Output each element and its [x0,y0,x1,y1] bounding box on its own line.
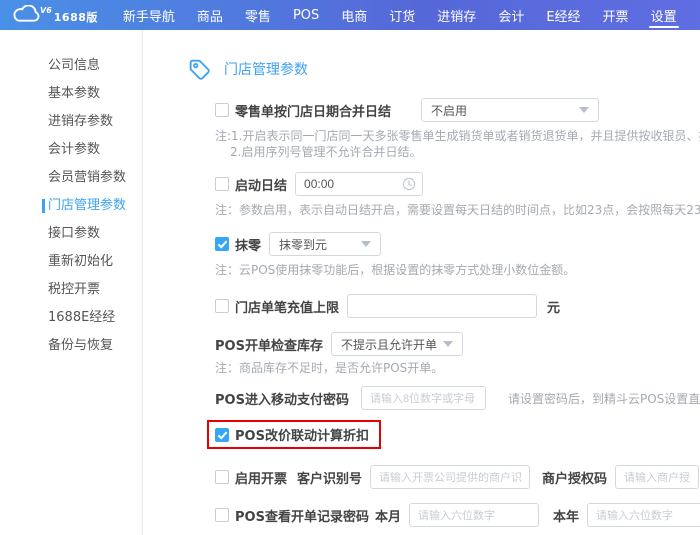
pay-password-label: POS进入移动支付密码 [215,389,349,408]
nav-item-goods[interactable]: 商品 [186,0,234,30]
row-stock-check: POS开单检查库存 不提示且允许开单 [215,332,700,356]
record-password-checkbox[interactable] [215,508,229,522]
settings-sidebar: 公司信息 基本参数 进销存参数 会计参数 会员营销参数 门店管理参数 接口参数 … [0,30,143,535]
nav-item-pos[interactable]: POS [282,0,330,30]
main-nav: 新手导航 商品 零售 POS 电商 订货 进销存 会计 E经经 开票 设置 [112,0,688,30]
record-password-month-label: 本月 [375,506,401,525]
row-round-off: 抹零 抹零到元 [215,232,700,256]
page-title: 门店管理参数 [187,56,700,82]
nav-item-retail[interactable]: 零售 [234,0,282,30]
sidebar-item-interface-params[interactable]: 接口参数 [0,220,142,248]
sidebar-item-store-management[interactable]: 门店管理参数 [0,192,142,220]
sidebar-item-member-marketing[interactable]: 会员营销参数 [0,164,142,192]
recharge-limit-label: 门店单笔充值上限 [235,297,339,316]
highlight-red-box: POS改价联动计算折扣 [207,420,381,449]
row-price-discount: POS改价联动计算折扣 [215,420,700,449]
clock-icon [402,177,416,191]
stock-check-select[interactable]: 不提示且允许开单 [331,332,463,356]
merge-daily-select-value: 不启用 [431,102,467,119]
merge-daily-label: 零售单按门店日期合并日结 [235,101,391,120]
row-pay-password: POS进入移动支付密码 请设置密码后，到精斗云POS设置直连支付、银行卡密钥 [215,386,700,410]
pay-password-hint: 请设置密码后，到精斗云POS设置直连支付、银行卡密钥 [508,390,700,407]
round-off-select[interactable]: 抹零到元 [269,232,381,256]
invoice-id-input[interactable] [370,465,530,489]
nav-item-accounting[interactable]: 会计 [487,0,535,30]
record-password-year-input[interactable] [587,503,700,527]
invoice-auth-label: 商户授权码 [542,468,607,487]
app-logo[interactable]: V6 1688版 [10,5,98,25]
sidebar-item-tax-invoicing[interactable]: 税控开票 [0,276,142,304]
round-off-select-value: 抹零到元 [279,236,327,253]
nav-item-settings[interactable]: 设置 [640,0,688,30]
stock-check-note: 注：商品库存不足时，是否允许POS开单。 [215,360,700,376]
stock-check-select-value: 不提示且允许开单 [341,336,437,353]
merge-daily-checkbox[interactable] [215,103,229,117]
sidebar-item-1688-ejj[interactable]: 1688E经经 [0,304,142,332]
sidebar-item-basic-params[interactable]: 基本参数 [0,80,142,108]
top-navigation-bar: V6 1688版 新手导航 商品 零售 POS 电商 订货 进销存 会计 E经经… [0,0,700,30]
price-discount-label: POS改价联动计算折扣 [235,425,369,444]
row-auto-daily: 启动日结 [215,172,700,196]
logo-version: V6 [40,6,52,15]
recharge-limit-input[interactable] [347,294,537,318]
logo-edition: 1688版 [54,9,98,25]
page-title-text: 门店管理参数 [224,59,308,79]
chevron-down-icon [361,241,371,247]
record-password-month-input[interactable] [409,503,539,527]
nav-item-order[interactable]: 订货 [378,0,426,30]
settings-content: 门店管理参数 零售单按门店日期合并日结 不启用 注:1.开启表示同一门店同一天多… [143,30,700,535]
stock-check-label: POS开单检查库存 [215,335,323,354]
sidebar-item-inventory-params[interactable]: 进销存参数 [0,108,142,136]
invoice-label: 启用开票 [235,468,287,487]
sidebar-item-company-info[interactable]: 公司信息 [0,52,142,80]
recharge-limit-checkbox[interactable] [215,299,229,313]
invoice-auth-input[interactable] [615,465,699,489]
chevron-down-icon [443,341,453,347]
nav-item-ejj[interactable]: E经经 [535,0,591,30]
round-off-label: 抹零 [235,235,261,254]
record-password-year-label: 本年 [553,506,579,525]
nav-item-invoicing[interactable]: 开票 [592,0,640,30]
record-password-label: POS查看开单记录密码 [235,506,369,525]
sidebar-item-backup-restore[interactable]: 备份与恢复 [0,332,142,360]
pay-password-input[interactable] [361,386,486,410]
merge-daily-select[interactable]: 不启用 [421,98,599,122]
merge-daily-note: 注:1.开启表示同一门店同一天多张零售单生成销货单或者销货退货单，并且提供按收银… [215,128,700,160]
row-recharge-limit: 门店单笔充值上限 元 [215,294,700,318]
round-off-note: 注：云POS使用抹零功能后，根据设置的抹零方式处理小数位金额。 [215,262,700,278]
auto-daily-checkbox[interactable] [215,177,229,191]
row-record-password: POS查看开单记录密码 本月 本年 [215,503,700,527]
sidebar-item-accounting-params[interactable]: 会计参数 [0,136,142,164]
nav-item-ecom[interactable]: 电商 [330,0,378,30]
auto-daily-label: 启动日结 [235,175,287,194]
round-off-checkbox[interactable] [215,237,229,251]
chevron-down-icon [579,107,589,113]
tag-icon [187,57,212,82]
invoice-id-label: 客户识别号 [297,468,362,487]
sidebar-item-reinitialize[interactable]: 重新初始化 [0,248,142,276]
nav-item-inventory[interactable]: 进销存 [426,0,487,30]
recharge-limit-unit: 元 [547,297,560,316]
auto-daily-note: 注：参数启用，表示自动日结开启，需要设置每天日结的时间点，比如23点，会按照每天… [215,202,700,218]
price-discount-checkbox[interactable] [215,428,229,442]
row-invoice: 启用开票 客户识别号 商户授权码 [215,465,700,489]
cloud-icon [10,5,44,24]
nav-item-guide[interactable]: 新手导航 [112,0,186,30]
invoice-checkbox[interactable] [215,470,229,484]
row-merge-daily: 零售单按门店日期合并日结 不启用 [215,98,700,122]
